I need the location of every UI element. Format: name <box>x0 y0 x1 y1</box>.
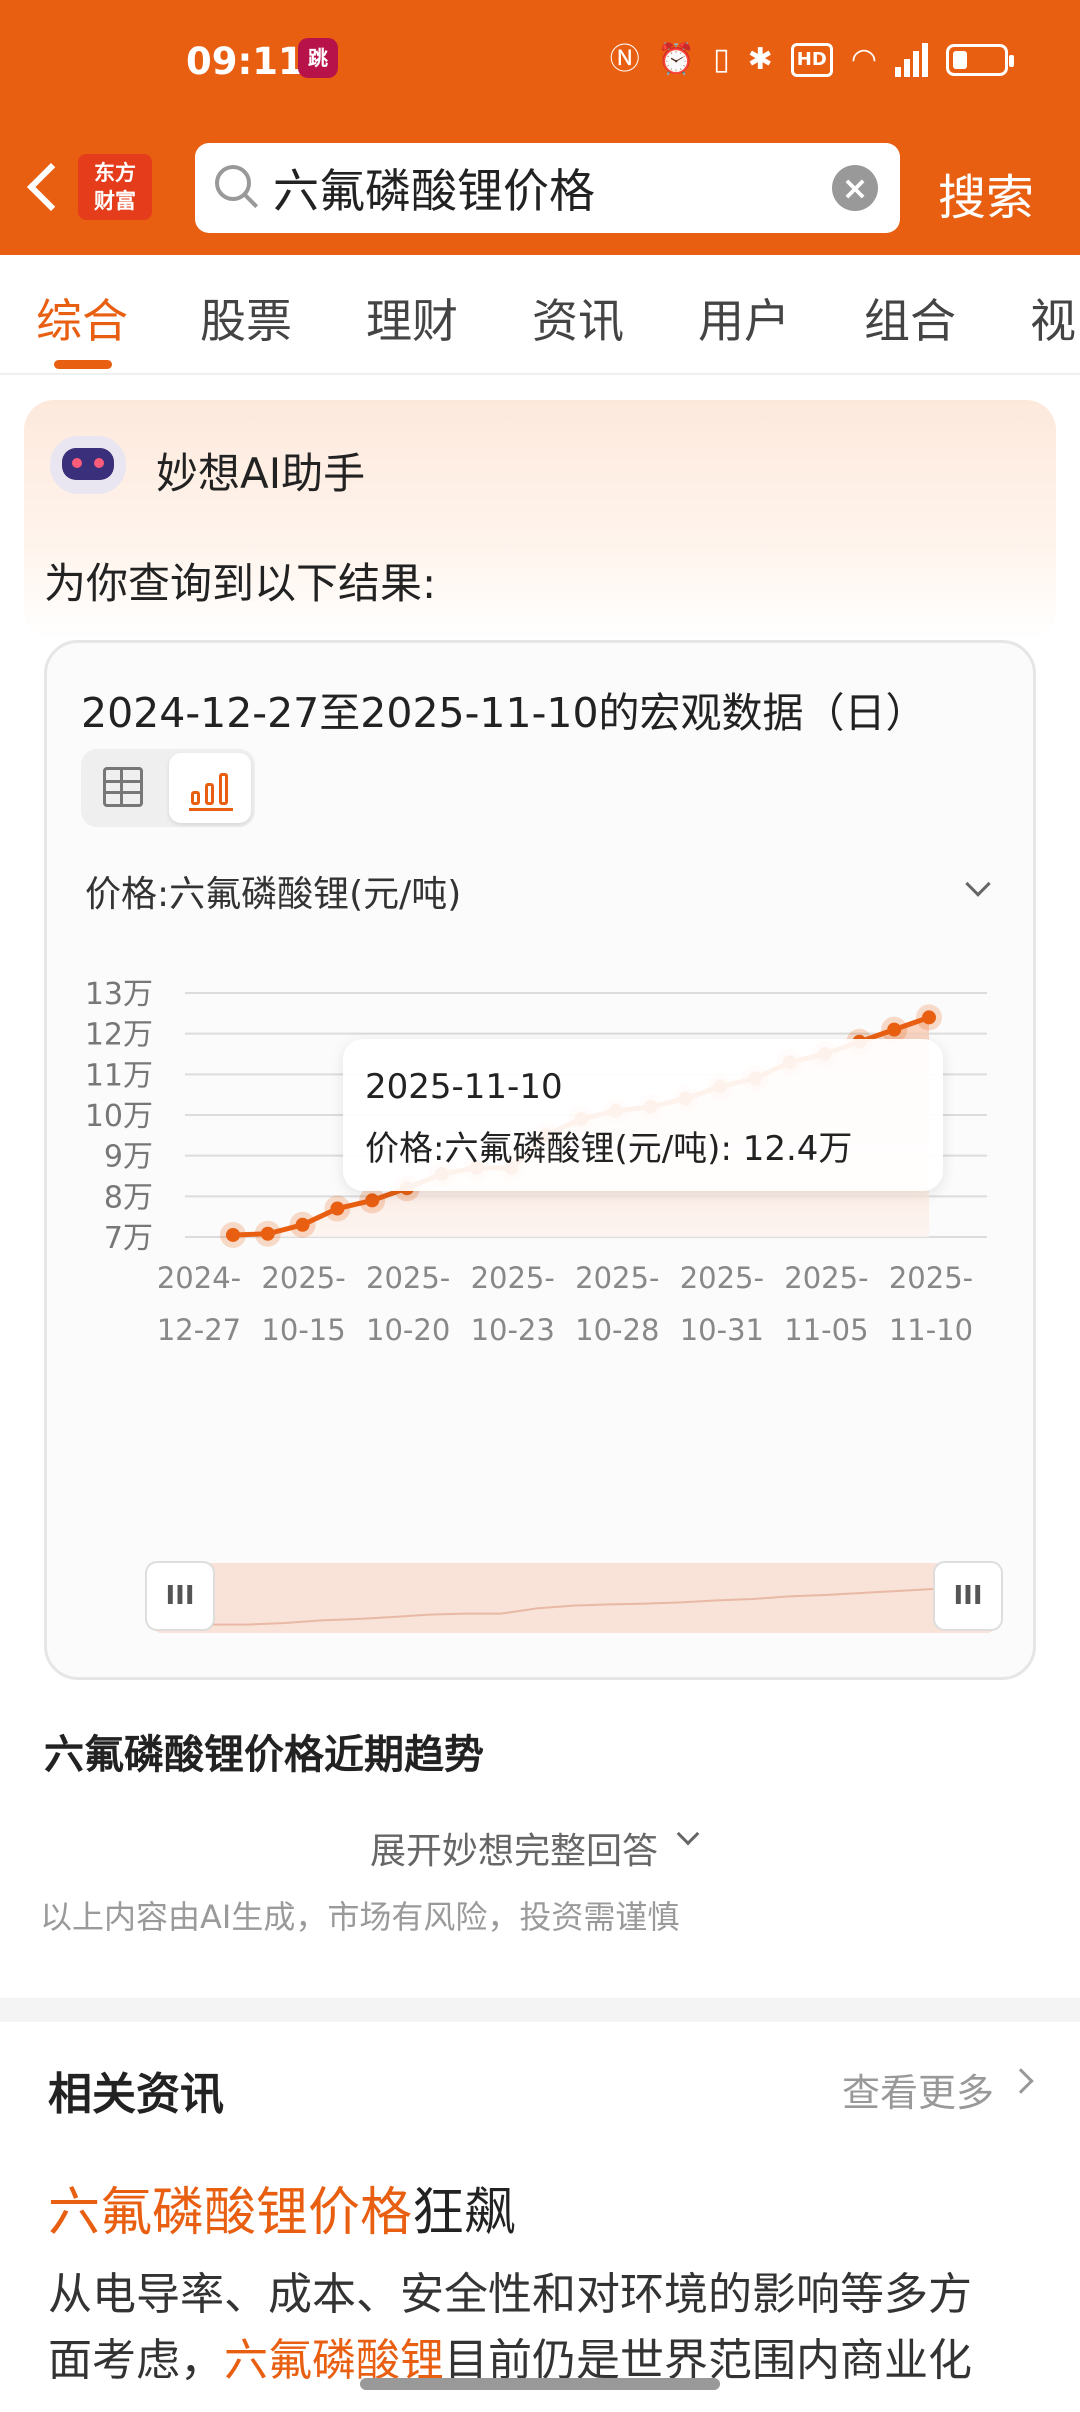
data-point <box>260 1226 275 1241</box>
data-point <box>887 1022 902 1037</box>
x-tick-label: 2025- <box>366 1261 450 1295</box>
logo-line1: 东方 <box>94 161 136 185</box>
y-tick-label: 7万 <box>104 1221 153 1256</box>
chevron-right-icon[interactable] <box>1008 2068 1034 2094</box>
x-tick-label: 2025- <box>680 1261 764 1295</box>
back-button[interactable] <box>20 158 68 218</box>
x-tick-label: 2025- <box>261 1261 345 1295</box>
tab-wealth[interactable]: 理财 <box>366 285 458 351</box>
see-more-link[interactable]: 查看更多 <box>842 2062 994 2117</box>
data-point <box>226 1227 240 1242</box>
tab-stocks[interactable]: 股票 <box>200 285 292 351</box>
chart-view-button[interactable] <box>169 753 251 823</box>
x-tick-label: 10-15 <box>261 1313 345 1347</box>
y-tick-label: 11万 <box>85 1058 153 1093</box>
active-tab-indicator <box>54 360 112 369</box>
x-tick-label: 2024- <box>157 1261 241 1295</box>
status-time: 09:11 <box>186 40 304 83</box>
section-divider <box>0 1998 1080 2022</box>
ai-subtitle: 为你查询到以下结果: <box>44 559 437 608</box>
news-title-highlight: 六氟磷酸锂价格 <box>48 2183 413 2243</box>
ai-disclaimer: 以上内容由AI生成，市场有风险，投资需谨慎 <box>40 1898 680 1936</box>
slider-preview <box>212 1588 934 1626</box>
x-tick-label: 11-10 <box>889 1313 973 1347</box>
data-point <box>365 1193 380 1208</box>
news-title-rest: 狂飙 <box>412 2183 517 2243</box>
data-point <box>295 1217 310 1232</box>
tab-users[interactable]: 用户 <box>698 285 790 351</box>
x-tick-label: 11-05 <box>784 1313 868 1347</box>
data-point <box>330 1201 345 1216</box>
search-nav: 东方 财富 × 搜索 <box>0 140 1080 233</box>
x-tick-label: 10-23 <box>471 1313 555 1347</box>
notification-app-icon: 跳 <box>298 38 338 78</box>
vibrate-icon: ▯ <box>713 42 730 77</box>
y-tick-label: 9万 <box>104 1140 153 1175</box>
chevron-down-icon[interactable] <box>676 1822 700 1846</box>
x-tick-label: 2025- <box>889 1261 973 1295</box>
status-bar: 09:11 跳 Ⓝ ⏰ ▯ ✱ HD ◠ <box>0 30 1080 94</box>
tab-news[interactable]: 资讯 <box>532 285 624 351</box>
indicator-select[interactable]: 价格:六氟磷酸锂(元/吨) <box>85 865 461 917</box>
signal-icon <box>895 43 928 77</box>
tab-bar: 综合 股票 理财 资讯 用户 组合 视 <box>0 255 1080 375</box>
y-tick-label: 12万 <box>85 1018 153 1053</box>
slider-left-handle[interactable]: III <box>145 1561 215 1631</box>
table-view-icon[interactable] <box>103 767 143 807</box>
x-tick-label: 12-27 <box>157 1313 241 1347</box>
logo-line2: 财富 <box>94 189 136 213</box>
x-tick-label: 2025- <box>575 1261 659 1295</box>
tab-portfolio[interactable]: 组合 <box>864 285 956 351</box>
tab-comprehensive[interactable]: 综合 <box>36 285 128 351</box>
app-logo: 东方 财富 <box>78 154 152 220</box>
ai-title: 妙想AI助手 <box>156 449 366 498</box>
nfc-icon: Ⓝ <box>609 42 640 77</box>
bar-chart-icon <box>189 771 233 811</box>
status-icons: Ⓝ ⏰ ▯ ✱ HD ◠ <box>609 40 1014 80</box>
top-bar: 09:11 跳 Ⓝ ⏰ ▯ ✱ HD ◠ 东方 财富 × 搜索 <box>0 0 1080 255</box>
view-toggle <box>81 749 255 827</box>
clear-icon[interactable]: × <box>832 165 878 211</box>
panel-title: 2024-12-27至2025-11-10的宏观数据（日） <box>81 689 927 737</box>
tooltip-date: 2025-11-10 <box>365 1067 563 1107</box>
chart-tooltip: 2025-11-10 价格:六氟磷酸锂(元/吨): 12.4万 <box>343 1039 943 1191</box>
home-indicator <box>360 2378 720 2390</box>
related-news-heading: 相关资讯 <box>48 2069 224 2120</box>
chevron-down-icon[interactable] <box>965 871 991 897</box>
trend-heading: 六氟磷酸锂价格近期趋势 <box>44 1732 484 1778</box>
y-tick-label: 10万 <box>85 1099 153 1134</box>
alarm-icon: ⏰ <box>657 42 696 77</box>
search-icon <box>215 165 251 201</box>
wifi-icon: ◠ <box>850 42 877 77</box>
x-tick-label: 10-20 <box>366 1313 450 1347</box>
search-button[interactable]: 搜索 <box>938 158 1034 228</box>
tooltip-value: 价格:六氟磷酸锂(元/吨): 12.4万 <box>365 1129 853 1169</box>
slider-right-handle[interactable]: III <box>933 1561 1003 1631</box>
x-tick-label: 2025- <box>471 1261 555 1295</box>
tab-video[interactable]: 视 <box>1030 285 1076 351</box>
search-box[interactable]: × <box>195 143 900 233</box>
y-tick-label: 13万 <box>85 977 153 1012</box>
news-title[interactable]: 六氟磷酸锂价格狂飙 <box>48 2170 516 2245</box>
search-input[interactable] <box>273 153 793 223</box>
ai-assistant-card: 妙想AI助手 为你查询到以下结果: <box>24 400 1056 640</box>
data-point <box>922 1010 936 1025</box>
x-tick-label: 10-31 <box>680 1313 764 1347</box>
y-tick-label: 8万 <box>104 1180 153 1215</box>
x-tick-label: 10-28 <box>575 1313 659 1347</box>
range-slider[interactable]: III III <box>145 1561 1003 1633</box>
hd-icon: HD <box>790 43 833 77</box>
expand-answer-link[interactable]: 展开妙想完整回答 <box>370 1822 658 1874</box>
macro-data-panel: 2024-12-27至2025-11-10的宏观数据（日） 价格:六氟磷酸锂(元… <box>44 640 1036 1680</box>
bluetooth-icon: ✱ <box>747 42 773 77</box>
robot-avatar-icon <box>46 430 130 498</box>
x-tick-label: 2025- <box>784 1261 868 1295</box>
battery-icon <box>946 44 1014 76</box>
news-body-line1: 从电导率、成本、安全性和对环境的影响等多方 <box>48 2269 972 2320</box>
news-snippet[interactable]: 从电导率、成本、安全性和对环境的影响等多方 面考虑，六氟磷酸锂目前仍是世界范围内… <box>48 2262 1038 2392</box>
